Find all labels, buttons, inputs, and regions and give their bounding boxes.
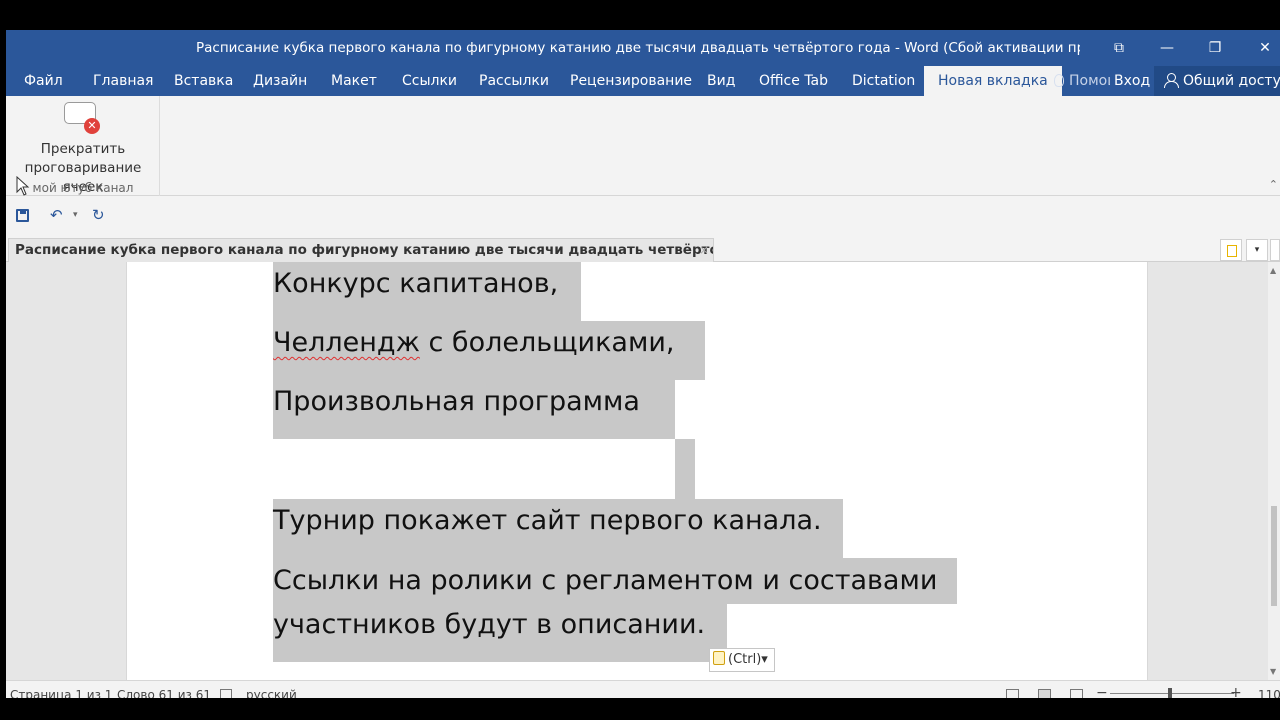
tell-me-box[interactable]: Помощник — [1054, 66, 1110, 96]
stop-speaking-icon: ✕ — [64, 102, 100, 134]
page-count[interactable]: Страница 1 из 1 — [10, 688, 112, 698]
tab-layout[interactable]: Макет — [331, 66, 377, 96]
zoom-out-icon[interactable]: − — [1096, 685, 1108, 698]
language-indicator[interactable]: русский — [246, 688, 297, 698]
tab-file[interactable]: Файл — [24, 66, 63, 96]
document-text-line[interactable]: Конкурс капитанов, — [273, 268, 558, 299]
tab-references[interactable]: Ссылки — [402, 66, 457, 96]
paste-options-label: (Ctrl)▾ — [728, 652, 768, 667]
proofing-icon[interactable] — [220, 689, 232, 698]
tab-design[interactable]: Дизайн — [253, 66, 307, 96]
zoom-level[interactable]: 110% — [1258, 688, 1280, 698]
web-layout-icon[interactable] — [1070, 689, 1083, 698]
tab-mailings[interactable]: Рассылки — [479, 66, 549, 96]
document-text-line[interactable]: Произвольная программа — [273, 386, 640, 417]
document-text-line[interactable]: Турнир покажет сайт первого канала. — [273, 505, 822, 536]
zoom-slider-thumb[interactable] — [1168, 688, 1172, 698]
ribbon-display-options-button[interactable]: ⧉ — [1106, 36, 1132, 60]
document-text-span: с болельщиками, — [419, 327, 675, 358]
tab-insert[interactable]: Вставка — [174, 66, 233, 96]
ribbon: ✕ Прекратить проговаривание ячеек мой ют… — [6, 96, 1280, 196]
selection-highlight — [675, 439, 695, 499]
print-layout-icon[interactable] — [1038, 689, 1051, 698]
title-bar: Расписание кубка первого канала по фигур… — [6, 30, 1280, 66]
read-mode-icon[interactable] — [1006, 689, 1019, 698]
minimize-button[interactable]: — — [1154, 36, 1180, 60]
tab-review[interactable]: Рецензирование — [570, 66, 692, 96]
word-count[interactable]: Слово 61 из 61 — [117, 688, 211, 698]
tell-me-label: Помощник — [1069, 73, 1110, 89]
document-area: Конкурс капитанов, Челлендж с болельщика… — [6, 262, 1280, 680]
close-button[interactable]: ✕ — [1252, 36, 1278, 60]
lightbulb-icon — [1054, 74, 1064, 87]
tab-home[interactable]: Главная — [93, 66, 153, 96]
tab-new-tab[interactable]: Новая вкладка — [924, 66, 1062, 96]
status-bar: Страница 1 из 1 Слово 61 из 61 русский −… — [6, 680, 1280, 698]
mouse-cursor-icon — [16, 175, 30, 196]
tab-strip-close-icon[interactable] — [1270, 239, 1280, 261]
word-window: Расписание кубка первого канала по фигур… — [6, 30, 1280, 698]
paste-options-button[interactable]: (Ctrl)▾ — [709, 648, 775, 672]
document-text-line[interactable]: Ссылки на ролики с регламентом и состава… — [273, 565, 937, 596]
misspelled-word[interactable]: Челлендж — [273, 327, 420, 358]
vertical-scrollbar[interactable]: ▲ ▼ — [1268, 262, 1280, 680]
share-button[interactable]: Общий доступ — [1154, 66, 1280, 96]
stop-speaking-cells-button[interactable]: ✕ Прекратить проговаривание ячеек — [6, 96, 160, 195]
clipboard-icon — [713, 651, 725, 665]
share-label: Общий доступ — [1183, 73, 1280, 89]
redo-icon[interactable]: ↻ — [92, 206, 105, 224]
sign-in-link[interactable]: Вход — [1114, 66, 1150, 96]
quick-access-toolbar: ↶ ▾ ↻ — [6, 197, 1280, 233]
document-text-line[interactable]: Челлендж с болельщиками, — [273, 327, 674, 358]
document-tab-title: Расписание кубка первого канала по фигур… — [15, 242, 714, 258]
document-page[interactable]: Конкурс капитанов, Челлендж с болельщика… — [126, 262, 1148, 680]
scroll-down-icon[interactable]: ▼ — [1270, 667, 1276, 676]
scroll-thumb[interactable] — [1271, 506, 1277, 606]
person-icon — [1164, 73, 1179, 88]
scroll-up-icon[interactable]: ▲ — [1270, 266, 1276, 275]
undo-dropdown-icon[interactable]: ▾ — [73, 210, 78, 220]
tab-view[interactable]: Вид — [707, 66, 735, 96]
undo-icon[interactable]: ↶ — [50, 206, 63, 224]
document-tab[interactable]: Расписание кубка первого канала по фигур… — [8, 238, 714, 262]
tab-list-dropdown-icon[interactable]: ▾ — [1246, 239, 1268, 261]
restore-button[interactable]: ❐ — [1202, 36, 1228, 60]
document-tab-strip: Расписание кубка первого канала по фигур… — [6, 234, 1280, 262]
tab-dictation[interactable]: Dictation — [852, 66, 915, 96]
zoom-slider[interactable] — [1110, 693, 1234, 694]
tab-office-tab[interactable]: Office Tab — [759, 66, 828, 96]
document-tab-close-icon[interactable]: × — [699, 239, 709, 261]
new-document-icon[interactable] — [1220, 239, 1242, 261]
zoom-in-icon[interactable]: + — [1230, 685, 1242, 698]
collapse-ribbon-icon[interactable]: ⌃ — [1269, 178, 1278, 191]
save-icon[interactable] — [16, 209, 29, 222]
button-label-line1: Прекратить — [40, 141, 126, 157]
document-text-line[interactable]: участников будут в описании. — [273, 609, 705, 640]
window-title: Расписание кубка первого канала по фигур… — [196, 40, 1080, 56]
ribbon-tabs: Файл Главная Вставка Дизайн Макет Ссылки… — [6, 66, 1280, 96]
